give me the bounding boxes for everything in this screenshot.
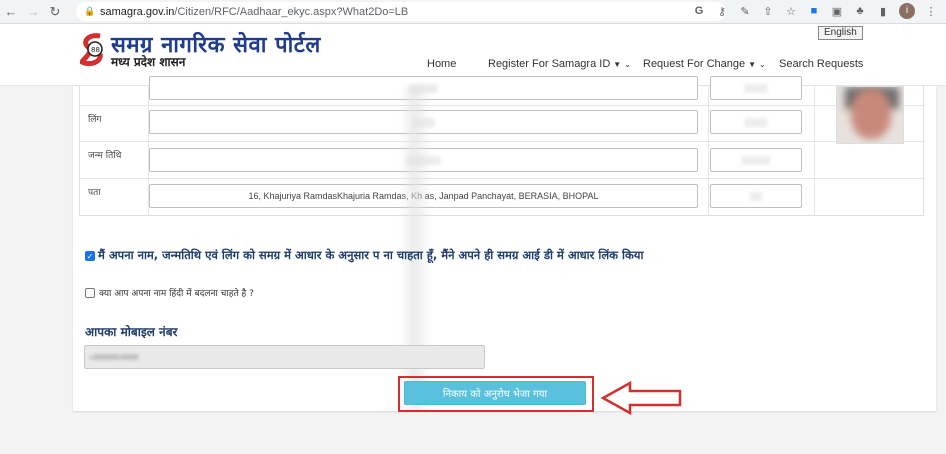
- submit-button-label: निकाय को अनुरोध भेजा गया: [442, 389, 548, 400]
- chevron-down-icon: ⌄: [759, 60, 766, 69]
- nav-home[interactable]: Home: [427, 58, 456, 70]
- browser-toolbar: ← → ↻ 🔒 samagra.gov.in /Citizen/RFC/Aadh…: [0, 0, 946, 24]
- caret-down-icon: ▼: [613, 60, 622, 69]
- citizen-photo: [836, 86, 904, 144]
- nav-request-for-change[interactable]: Request For Change ▼ ⌄: [643, 58, 766, 70]
- ekyc-form-card: ▒▒▒▒▒ ▒▒▒▒ लिंग ▒▒▒▒ ▒▒▒▒ जन्म तिथि ▒▒▒▒…: [73, 76, 936, 411]
- main-nav: Home Register For Samagra ID ▼ ⌄ Request F…: [0, 58, 946, 76]
- nav-register-label: Register For Samagra ID: [488, 58, 611, 70]
- screenshot-icon[interactable]: ▣: [830, 5, 844, 18]
- share-icon[interactable]: ⇧: [761, 5, 775, 18]
- mobile-number-label: आपका मोबाइल नंबर: [85, 325, 178, 339]
- address-bar[interactable]: 🔒 samagra.gov.in /Citizen/RFC/Aadhaar_ek…: [76, 2, 726, 21]
- nav-register-samagra-id[interactable]: Register For Samagra ID ▼ ⌄: [488, 58, 631, 70]
- consent-checkbox[interactable]: ✓: [85, 250, 95, 261]
- table-row: पता 16, Khajuriya RamdasKhajuria Ramdas,…: [80, 179, 925, 216]
- blurred-value: ▒▒▒▒: [744, 117, 768, 127]
- sidebar-icon[interactable]: ▮: [876, 5, 890, 18]
- table-row: ▒▒▒▒▒ ▒▒▒▒: [80, 76, 925, 106]
- star-icon[interactable]: ☆: [784, 5, 798, 18]
- back-icon[interactable]: ←: [0, 1, 22, 23]
- caret-down-icon: ▼: [748, 60, 757, 69]
- blurred-value: ▒▒: [750, 191, 762, 201]
- hindi-name-checkbox[interactable]: [85, 287, 95, 298]
- address-label: पता: [88, 188, 101, 198]
- consent-row: ✓ मैं अपना नाम, जन्मतिथि एवं लिंग को समग…: [85, 248, 643, 263]
- name-aadhaar-field: ▒▒▒▒: [710, 76, 802, 100]
- key-icon[interactable]: ⚷: [715, 5, 729, 18]
- chevron-down-icon: ⌄: [624, 60, 631, 69]
- hindi-name-row: क्या आप अपना नाम हिंदी में बदलना चाहते ह…: [85, 286, 254, 299]
- annotation-arrow-icon: [600, 380, 682, 416]
- gender-aadhaar-field: ▒▒▒▒: [710, 110, 802, 134]
- blurred-value: ▒▒▒▒: [744, 83, 768, 93]
- puzzle-icon[interactable]: ♣: [853, 5, 867, 17]
- svg-text:88: 88: [91, 46, 100, 54]
- nav-request-label: Request For Change: [643, 58, 746, 70]
- table-row: जन्म तिथि ▒▒▒▒▒▒ ▒▒▒▒▒: [80, 142, 925, 179]
- menu-icon[interactable]: ⋮: [924, 5, 938, 18]
- lock-icon: 🔒: [84, 6, 96, 16]
- forward-icon[interactable]: →: [22, 1, 44, 23]
- table-row: लिंग ▒▒▒▒ ▒▒▒▒: [80, 106, 925, 142]
- url-path: /Citizen/RFC/Aadhaar_ekyc.aspx?What2Do=L…: [174, 5, 409, 18]
- blurred-value: ▒▒▒▒▒: [741, 155, 771, 165]
- profile-avatar[interactable]: i: [899, 3, 915, 19]
- gender-label: लिंग: [88, 115, 102, 125]
- reload-icon[interactable]: ↻: [44, 1, 66, 23]
- hindi-name-question: क्या आप अपना नाम हिंदी में बदलना चाहते ह…: [99, 289, 254, 299]
- dob-aadhaar-field: ▒▒▒▒▒: [710, 148, 802, 172]
- nav-search-requests[interactable]: Search Requests: [779, 58, 863, 70]
- submit-request-button[interactable]: निकाय को अनुरोध भेजा गया: [404, 381, 586, 405]
- dob-label: जन्म तिथि: [88, 151, 122, 161]
- details-table: ▒▒▒▒▒ ▒▒▒▒ लिंग ▒▒▒▒ ▒▒▒▒ जन्म तिथि ▒▒▒▒…: [79, 76, 925, 216]
- mobile-number-field: +8888804888: [84, 345, 485, 369]
- address-aadhaar-field: ▒▒: [710, 184, 802, 208]
- blurred-photo: [851, 89, 891, 139]
- google-icon[interactable]: G: [692, 5, 706, 17]
- extension-icon[interactable]: ■: [807, 5, 821, 17]
- english-language-button[interactable]: English: [818, 26, 863, 40]
- mobile-number-value: +8888804888: [89, 352, 139, 362]
- translate-icon[interactable]: ✎: [738, 5, 752, 18]
- consent-text: मैं अपना नाम, जन्मतिथि एवं लिंग को समग्र…: [98, 248, 644, 262]
- url-host: samagra.gov.in: [100, 5, 175, 18]
